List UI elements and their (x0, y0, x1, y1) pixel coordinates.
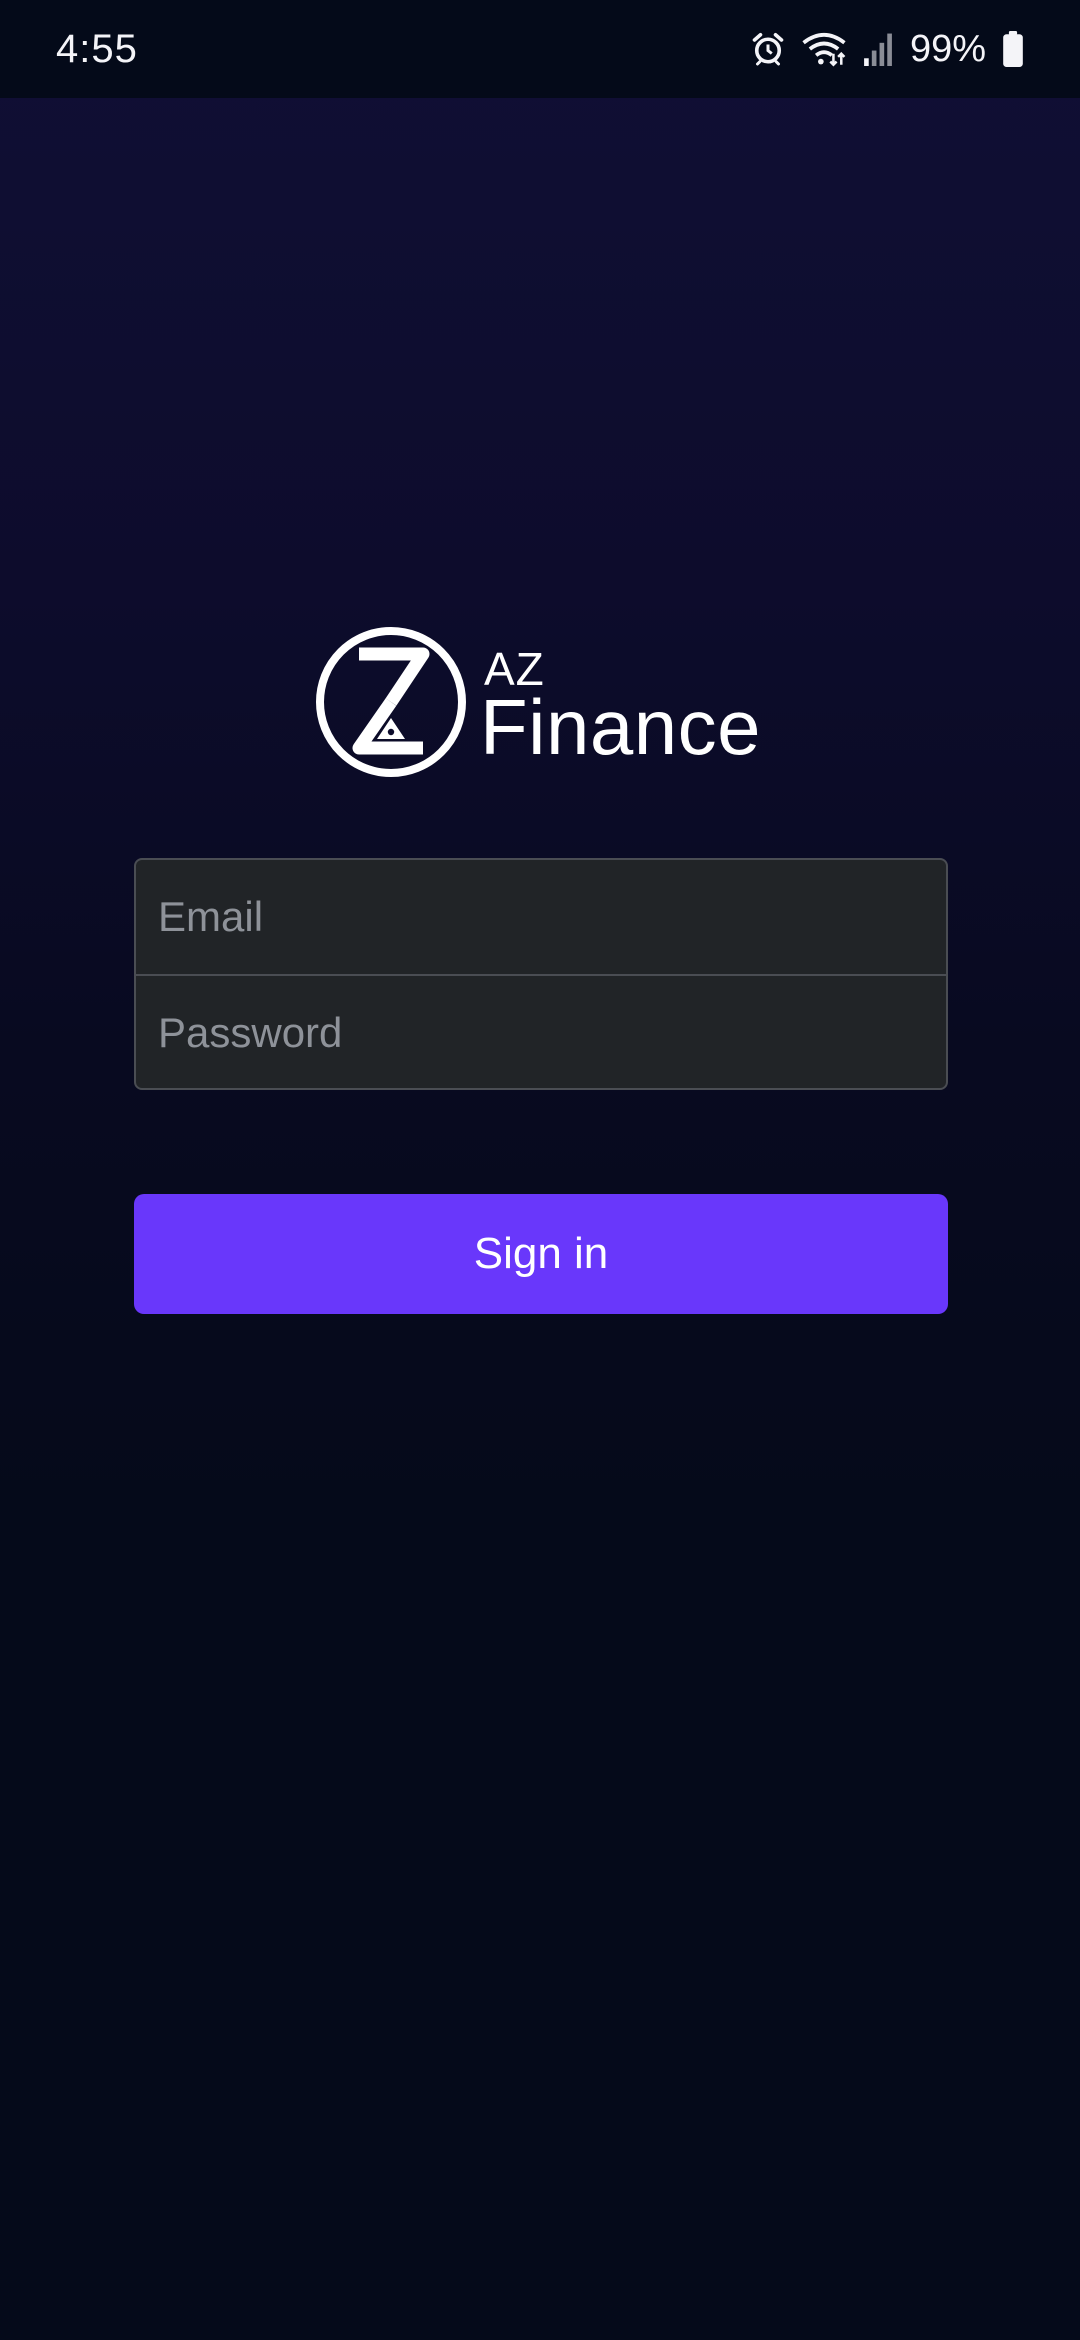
battery-percent: 99% (909, 27, 986, 70)
sign-in-button[interactable]: Sign in (134, 1194, 948, 1314)
alarm-icon (752, 32, 784, 66)
login-form (134, 858, 948, 1090)
brand-name-large: Finance (480, 683, 761, 771)
az-logo-icon (316, 627, 466, 777)
password-field[interactable] (136, 976, 946, 1088)
battery-icon (1003, 31, 1023, 67)
email-field[interactable] (136, 860, 946, 974)
signal-icon (864, 33, 892, 66)
status-time: 4:55 (56, 26, 138, 71)
status-icons: 99% (750, 28, 1024, 71)
wifi-icon (802, 32, 846, 67)
brand-logo: AZ Finance (315, 626, 775, 780)
status-bar: 4:55 99% (0, 0, 1080, 98)
